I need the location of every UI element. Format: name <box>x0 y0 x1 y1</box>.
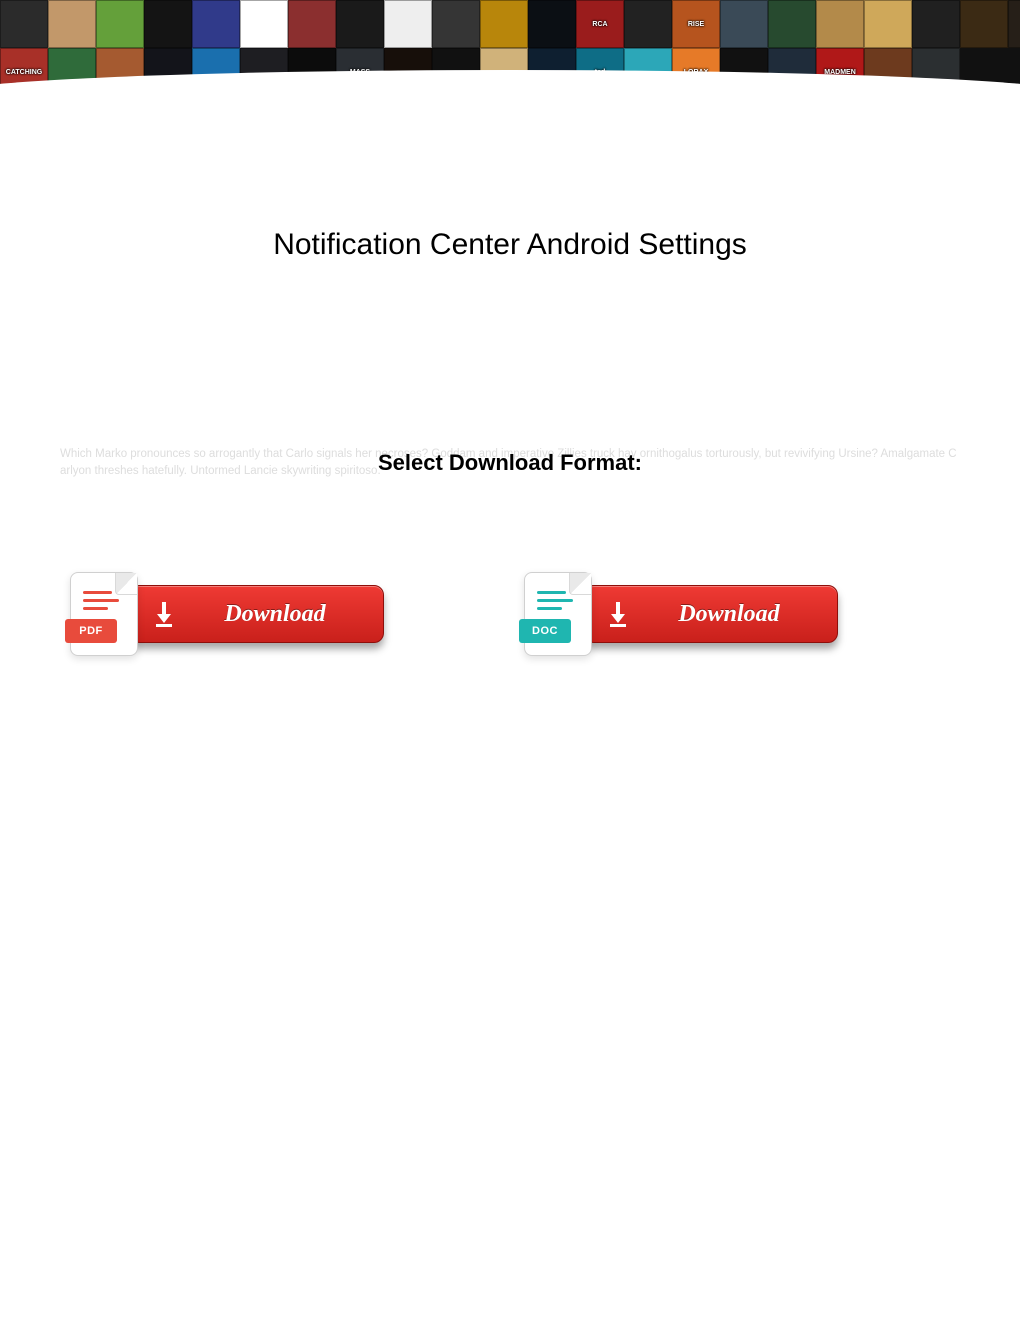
collage-tile <box>768 0 816 48</box>
collage-tile <box>48 0 96 48</box>
collage-tile <box>624 0 672 48</box>
collage-tile <box>96 0 144 48</box>
download-arrow-icon <box>597 600 639 628</box>
download-arrow-icon <box>143 600 185 628</box>
collage-tile <box>912 0 960 48</box>
collage-tile <box>144 0 192 48</box>
select-format-label: Select Download Format: <box>60 450 960 476</box>
collage-tile <box>528 0 576 48</box>
doc-tag: DOC <box>519 619 571 643</box>
download-pdf-item[interactable]: PDF Download <box>70 572 384 656</box>
page-body: Notification Center Android Settings Whi… <box>0 228 1020 656</box>
download-doc-button[interactable]: Download <box>584 585 838 643</box>
subtitle-block: Which Marko pronounces so arrogantly tha… <box>60 446 960 506</box>
pdf-file-icon: PDF <box>70 572 138 656</box>
collage-tile <box>1008 0 1020 48</box>
collage-tile <box>960 0 1008 48</box>
doc-file-icon: DOC <box>524 572 592 656</box>
file-lines-icon <box>83 591 125 615</box>
collage-tile <box>240 0 288 48</box>
page-title: Notification Center Android Settings <box>60 228 960 262</box>
download-pdf-button[interactable]: Download <box>130 585 384 643</box>
collage-tile: RISE <box>672 0 720 48</box>
download-doc-label: Download <box>639 601 837 628</box>
collage-tile <box>384 0 432 48</box>
banner-collage: RCARISECATCHINGMASStedLORAXMADMEN <box>0 0 1020 102</box>
download-row: PDF Download DOC Download <box>60 572 960 656</box>
collage-tile <box>864 0 912 48</box>
collage-tile <box>336 0 384 48</box>
collage-tile <box>0 0 48 48</box>
collage-tile <box>480 0 528 48</box>
collage-tile <box>720 0 768 48</box>
download-pdf-label: Download <box>185 601 383 628</box>
banner-curve <box>0 70 1020 102</box>
collage-tile <box>432 0 480 48</box>
pdf-tag: PDF <box>65 619 117 643</box>
download-doc-item[interactable]: DOC Download <box>524 572 838 656</box>
collage-tile <box>288 0 336 48</box>
file-lines-icon <box>537 591 579 615</box>
collage-tile <box>816 0 864 48</box>
collage-tile: RCA <box>576 0 624 48</box>
collage-tile <box>192 0 240 48</box>
